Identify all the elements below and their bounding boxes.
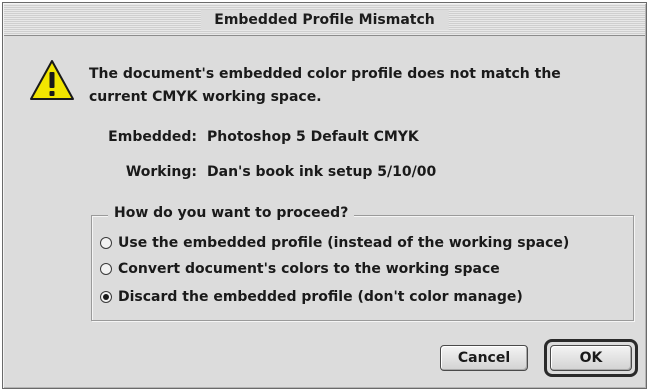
option-convert-to-working[interactable]: Convert document's colors to the working… [100, 259, 500, 279]
embedded-value: Photoshop 5 Default CMYK [207, 129, 419, 145]
ok-button[interactable]: OK [550, 345, 632, 371]
working-value: Dan's book ink setup 5/10/00 [207, 164, 437, 180]
working-space-row: Working: Dan's book ink setup 5/10/00 [89, 164, 436, 180]
mismatch-message: The document's embedded color profile do… [89, 66, 561, 105]
option-label: Use the embedded profile (instead of the… [118, 235, 570, 251]
option-label: Discard the embedded profile (don't colo… [118, 289, 523, 305]
radio-button[interactable] [100, 237, 112, 249]
group-title: How do you want to proceed? [108, 205, 355, 221]
option-use-embedded[interactable]: Use the embedded profile (instead of the… [100, 233, 569, 253]
radio-button[interactable] [100, 291, 112, 303]
option-label: Convert document's colors to the working… [118, 261, 500, 277]
proceed-options-group: How do you want to proceed? Use the embe… [91, 205, 634, 321]
embedded-profile-row: Embedded: Photoshop 5 Default CMYK [89, 129, 419, 145]
dialog-title: Embedded Profile Mismatch [200, 10, 449, 30]
warning-icon [30, 60, 74, 100]
option-discard-profile[interactable]: Discard the embedded profile (don't colo… [100, 287, 523, 307]
cancel-button[interactable]: Cancel [440, 345, 528, 371]
embedded-label: Embedded: [108, 129, 197, 145]
radio-button[interactable] [100, 263, 112, 275]
title-bar[interactable]: Embedded Profile Mismatch [4, 4, 645, 36]
dialog-window: Embedded Profile Mismatch The document's… [2, 2, 647, 389]
working-label: Working: [125, 164, 197, 180]
